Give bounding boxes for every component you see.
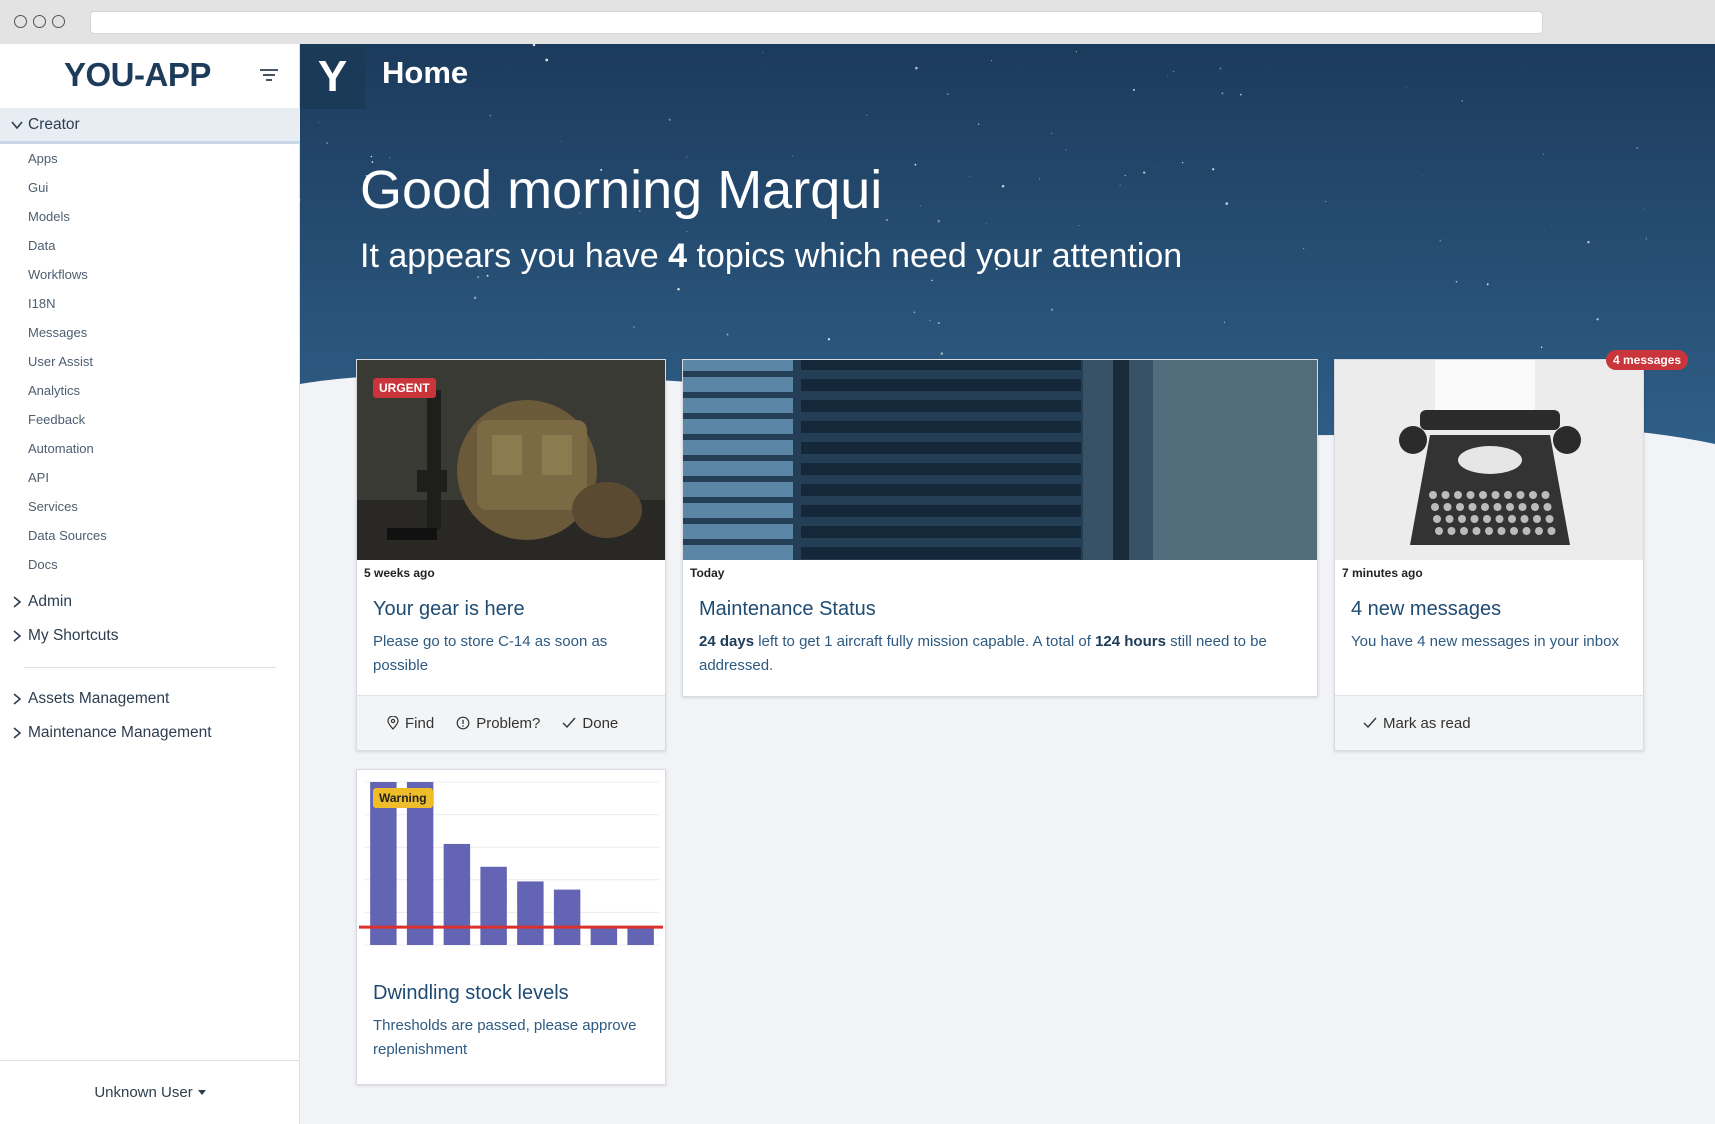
user-menu[interactable]: Unknown User: [0, 1060, 300, 1124]
typewriter-image: [1335, 360, 1643, 560]
card-text: Please go to store C-14 as soon as possi…: [373, 633, 608, 674]
checkmark-icon: [1363, 717, 1377, 729]
messages-count-badge: 4 messages: [1606, 350, 1689, 370]
stock-bar: [517, 881, 544, 945]
topic-count: 4: [668, 237, 688, 275]
card-text: 24 days left to get 1 aircraft fully mis…: [699, 630, 1297, 678]
filter-icon[interactable]: [258, 66, 280, 84]
app-logo-icon[interactable]: Y: [300, 44, 365, 109]
caret-down-icon: [197, 1090, 206, 1095]
warning-badge: Warning: [373, 788, 433, 808]
nav-group-assets-management[interactable]: Assets Management: [0, 682, 300, 716]
stock-bar: [480, 866, 507, 945]
chevron-right-icon: [13, 630, 22, 642]
nav-group-label: Creator: [28, 115, 80, 133]
app: YOU-APP Creator Apps Gui Models Data Workflo…: [0, 44, 1715, 1124]
card-stock[interactable]: Warning Dwindling stock levels Threshold…: [356, 769, 666, 1085]
nav-group-label: Maintenance Management: [28, 724, 212, 741]
nav-group-maintenance-management[interactable]: Maintenance Management: [0, 716, 300, 750]
sidebar-item-models[interactable]: Models: [0, 202, 300, 231]
nav-group-creator[interactable]: Creator: [0, 108, 300, 144]
days-count: 24 days: [699, 633, 755, 650]
user-name: Unknown User: [94, 1084, 193, 1101]
sidebar-item-user-assist[interactable]: User Assist: [0, 347, 300, 376]
address-bar[interactable]: [90, 11, 1543, 34]
card-text: Thresholds are passed, please approve re…: [373, 1017, 637, 1058]
mark-as-read-label: Mark as read: [1383, 714, 1471, 732]
sidebar-item-apps[interactable]: Apps: [0, 144, 300, 173]
problem-label: Problem?: [476, 714, 541, 732]
sidebar-item-gui[interactable]: Gui: [0, 173, 300, 202]
card-actions: Find Problem? Done: [357, 695, 665, 750]
checkmark-icon: [562, 717, 576, 729]
sidebar-item-messages[interactable]: Messages: [0, 318, 300, 347]
card-timestamp: Today: [690, 566, 725, 580]
side-nav: Creator Apps Gui Models Data Workflows I18N Me…: [0, 108, 300, 750]
problem-button[interactable]: Problem?: [456, 715, 540, 732]
brand-logo[interactable]: YOU-APP: [64, 56, 211, 94]
departure-board-image: [683, 360, 1317, 560]
sidebar-item-services[interactable]: Services: [0, 492, 300, 521]
card-title[interactable]: Dwindling stock levels: [373, 982, 569, 1005]
sidebar-item-workflows[interactable]: Workflows: [0, 260, 300, 289]
find-button[interactable]: Find: [387, 715, 434, 732]
sidebar-item-feedback[interactable]: Feedback: [0, 405, 300, 434]
subheading-prefix: It appears you have: [360, 237, 669, 275]
card-maintenance[interactable]: Today Maintenance Status 24 days left to…: [682, 359, 1318, 697]
page-title: Home: [382, 55, 469, 90]
stock-bar: [553, 889, 581, 945]
card-timestamp: 7 minutes ago: [1342, 566, 1423, 580]
chevron-right-icon: [13, 727, 22, 739]
done-button[interactable]: Done: [562, 715, 618, 732]
alert-circle-icon: [456, 716, 470, 730]
nav-divider: [24, 667, 276, 668]
card-timestamp: 5 weeks ago: [364, 566, 435, 580]
greeting-heading: Good morning Marqui: [360, 160, 883, 220]
stock-bar: [443, 843, 471, 945]
card-actions: Mark as read: [1335, 695, 1643, 750]
sidebar: YOU-APP Creator Apps Gui Models Data Workflo…: [0, 44, 300, 1124]
chevron-down-icon: [11, 120, 23, 129]
nav-group-admin[interactable]: Admin: [0, 585, 300, 619]
sidebar-item-data[interactable]: Data: [0, 231, 300, 260]
card-text: You have 4 new messages in your inbox: [1351, 633, 1619, 650]
nav-group-my-shortcuts[interactable]: My Shortcuts: [0, 619, 300, 653]
sidebar-item-automation[interactable]: Automation: [0, 434, 300, 463]
subheading-suffix: topics which need your attention: [687, 237, 1183, 275]
sidebar-item-i18n[interactable]: I18N: [0, 289, 300, 318]
hours-count: 124 hours: [1095, 633, 1166, 650]
sidebar-item-analytics[interactable]: Analytics: [0, 376, 300, 405]
done-label: Done: [582, 714, 619, 732]
stock-bar: [590, 927, 618, 945]
text-middle: left to get 1 aircraft fully mission cap…: [754, 633, 1096, 650]
chevron-right-icon: [13, 693, 22, 705]
nav-group-label: Admin: [28, 593, 72, 610]
window-close-dot[interactable]: [14, 15, 27, 28]
window-maximize-dot[interactable]: [52, 15, 65, 28]
map-pin-icon: [387, 716, 399, 730]
mark-as-read-button[interactable]: Mark as read: [1363, 715, 1471, 732]
stock-bar: [627, 927, 654, 945]
card-title[interactable]: Maintenance Status: [699, 598, 876, 621]
sidebar-item-api[interactable]: API: [0, 463, 300, 492]
sidebar-item-docs[interactable]: Docs: [0, 550, 300, 579]
urgent-badge: URGENT: [373, 378, 436, 398]
card-title[interactable]: Your gear is here: [373, 598, 525, 621]
card-messages[interactable]: 7 minutes ago 4 new messages You have 4 …: [1334, 359, 1644, 751]
greeting-subheading: It appears you have 4 topics which need …: [360, 237, 1182, 276]
card-gear[interactable]: URGENT 5 weeks ago Your gear is here Ple…: [356, 359, 666, 751]
chevron-right-icon: [13, 596, 22, 608]
find-label: Find: [405, 714, 435, 732]
browser-chrome: [0, 0, 1715, 44]
card-title[interactable]: 4 new messages: [1351, 598, 1501, 621]
nav-group-label: Assets Management: [28, 690, 170, 707]
brand: YOU-APP: [0, 44, 300, 108]
window-minimize-dot[interactable]: [33, 15, 46, 28]
main-content: Y Home Good morning Marqui It appears yo…: [300, 44, 1715, 1124]
sidebar-item-data-sources[interactable]: Data Sources: [0, 521, 300, 550]
creator-items: Apps Gui Models Data Workflows I18N Messages Us…: [0, 144, 300, 579]
nav-group-label: My Shortcuts: [28, 627, 119, 644]
